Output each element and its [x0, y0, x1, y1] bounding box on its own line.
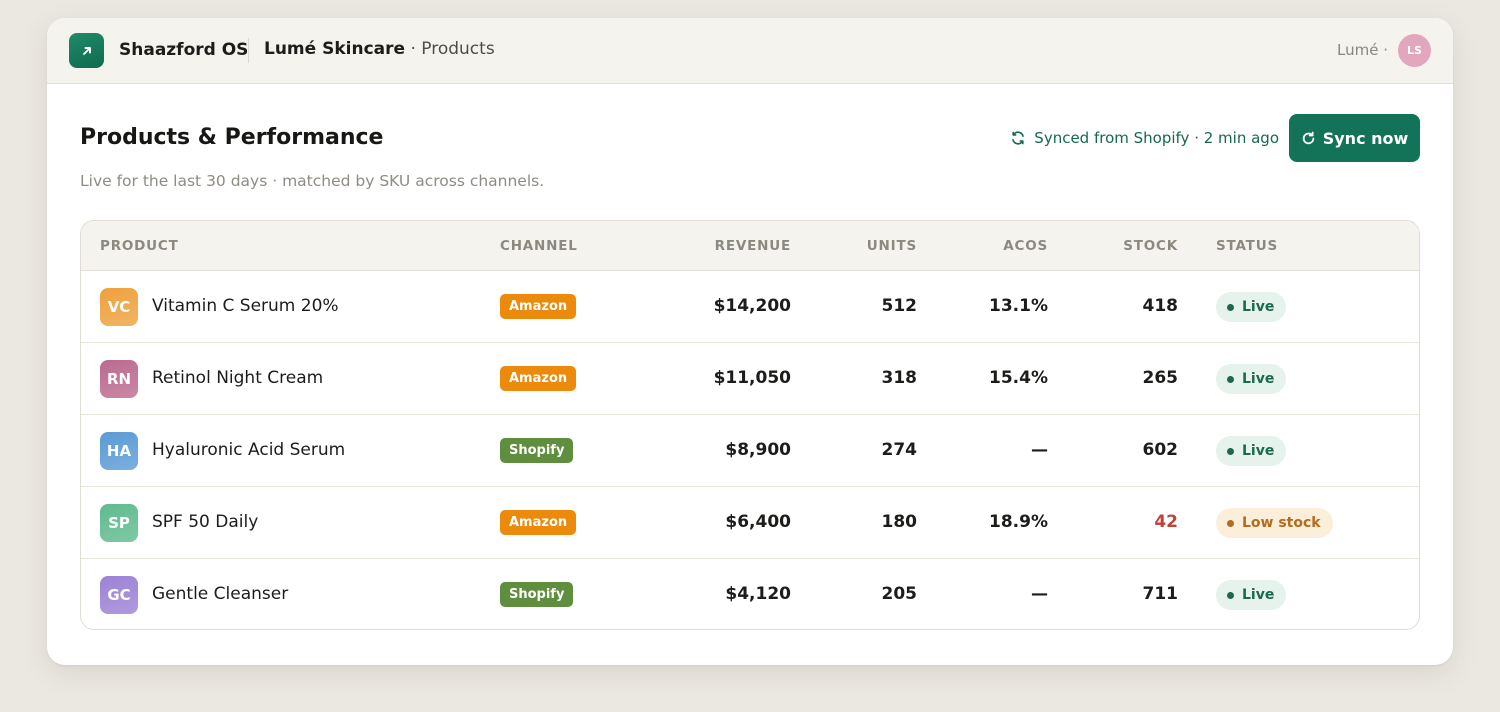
status-label: Live [1242, 587, 1275, 603]
table-row[interactable]: VC Vitamin C Serum 20% Amazon $14,200 512 13.… [81, 271, 1419, 343]
table-row[interactable]: RN Retinol Night Cream Amazon $11,050 318 15.… [81, 343, 1419, 415]
breadcrumb: Lumé Skincare · Products [264, 39, 495, 59]
units-cell: 318 [881, 368, 918, 388]
stock-cell: 418 [1142, 296, 1179, 316]
status-badge: Live [1216, 580, 1287, 610]
column-header-acos[interactable]: ACOS [1003, 238, 1048, 254]
user-name: Lumé · [1337, 41, 1388, 59]
products-table: PRODUCT CHANNEL REVENUE UNITS ACOS STOCK… [80, 220, 1420, 630]
topbar-divider [248, 38, 249, 63]
sync-now-label: Sync now [1322, 128, 1409, 148]
units-cell: 274 [881, 440, 918, 460]
app-logo[interactable] [69, 33, 104, 68]
revenue-cell: $8,900 [725, 440, 791, 460]
revenue-cell: $6,400 [725, 512, 791, 532]
column-header-product[interactable]: PRODUCT [100, 238, 179, 254]
product-thumbnail: GC [100, 576, 138, 614]
sync-icon [1012, 131, 1025, 145]
product-name[interactable]: Vitamin C Serum 20% [152, 296, 339, 316]
column-header-revenue[interactable]: REVENUE [715, 238, 791, 254]
channel-badge: Amazon [500, 510, 577, 535]
acos-cell: — [1031, 584, 1048, 604]
refresh-icon [1302, 131, 1314, 144]
column-header-stock[interactable]: STOCK [1123, 238, 1178, 254]
sync-status-text: Synced from Shopify · 2 min ago [1034, 129, 1279, 147]
column-header-units[interactable]: UNITS [867, 238, 917, 254]
product-name[interactable]: SPF 50 Daily [152, 512, 258, 532]
acos-cell: 13.1% [989, 296, 1048, 316]
table-header: PRODUCT CHANNEL REVENUE UNITS ACOS STOCK… [81, 221, 1419, 271]
channel-badge: Amazon [500, 294, 577, 319]
units-cell: 180 [881, 512, 918, 532]
product-name[interactable]: Retinol Night Cream [152, 368, 323, 388]
breadcrumb-brand[interactable]: Lumé Skincare [264, 39, 405, 59]
revenue-cell: $14,200 [713, 296, 791, 316]
units-cell: 512 [881, 296, 918, 316]
product-thumbnail: VC [100, 288, 138, 326]
acos-cell: 18.9% [989, 512, 1048, 532]
product-name[interactable]: Gentle Cleanser [152, 584, 288, 604]
stock-cell: 602 [1142, 440, 1179, 460]
product-thumbnail: SP [100, 504, 138, 542]
status-label: Live [1242, 299, 1275, 315]
table-row[interactable]: SP SPF 50 Daily Amazon $6,400 180 18.9% 42 Low … [81, 487, 1419, 559]
top-bar: Shaazford OS Lumé Skincare · Products Lu… [47, 18, 1453, 84]
units-cell: 205 [881, 584, 918, 604]
status-label: Live [1242, 443, 1275, 459]
channel-badge: Shopify [500, 438, 574, 463]
sync-now-button[interactable]: Sync now [1289, 114, 1420, 162]
stock-cell: 265 [1142, 368, 1179, 388]
status-dot [1227, 375, 1234, 383]
acos-cell: 15.4% [989, 368, 1048, 388]
table-row[interactable]: GC Gentle Cleanser Shopify $4,120 205 — 711 Liv… [81, 559, 1419, 629]
stock-cell: 42 [1154, 512, 1178, 532]
channel-badge: Amazon [500, 366, 577, 391]
table-row[interactable]: HA Hyaluronic Acid Serum Shopify $8,900 274 —… [81, 415, 1419, 487]
product-thumbnail: RN [100, 360, 138, 398]
status-dot [1227, 447, 1234, 455]
status-badge: Low stock [1216, 508, 1333, 538]
revenue-cell: $4,120 [725, 584, 791, 604]
status-badge: Live [1216, 436, 1287, 466]
product-name[interactable]: Hyaluronic Acid Serum [152, 440, 345, 460]
status-dot [1227, 303, 1234, 311]
product-thumbnail: HA [100, 432, 138, 470]
app-name: Shaazford OS [119, 40, 249, 60]
status-label: Live [1242, 371, 1275, 387]
status-badge: Live [1216, 364, 1287, 394]
stock-cell: 711 [1142, 584, 1179, 604]
column-header-channel[interactable]: CHANNEL [500, 238, 578, 254]
arrow-up-right-icon [82, 46, 91, 55]
channel-badge: Shopify [500, 582, 574, 607]
breadcrumb-separator: · [405, 39, 422, 59]
status-dot [1227, 591, 1234, 599]
avatar[interactable]: LS [1398, 34, 1431, 67]
column-header-status[interactable]: STATUS [1216, 238, 1278, 254]
app-window: Shaazford OS Lumé Skincare · Products Lu… [47, 18, 1453, 665]
revenue-cell: $11,050 [713, 368, 791, 388]
sync-status: Synced from Shopify · 2 min ago [1010, 129, 1279, 147]
breadcrumb-page: Products [421, 39, 495, 59]
status-badge: Live [1216, 292, 1287, 322]
page-title: Products & Performance [80, 125, 384, 150]
page-subtitle: Live for the last 30 days · matched by S… [80, 172, 545, 190]
status-dot [1227, 519, 1234, 527]
status-label: Low stock [1242, 515, 1321, 531]
acos-cell: — [1031, 440, 1048, 460]
